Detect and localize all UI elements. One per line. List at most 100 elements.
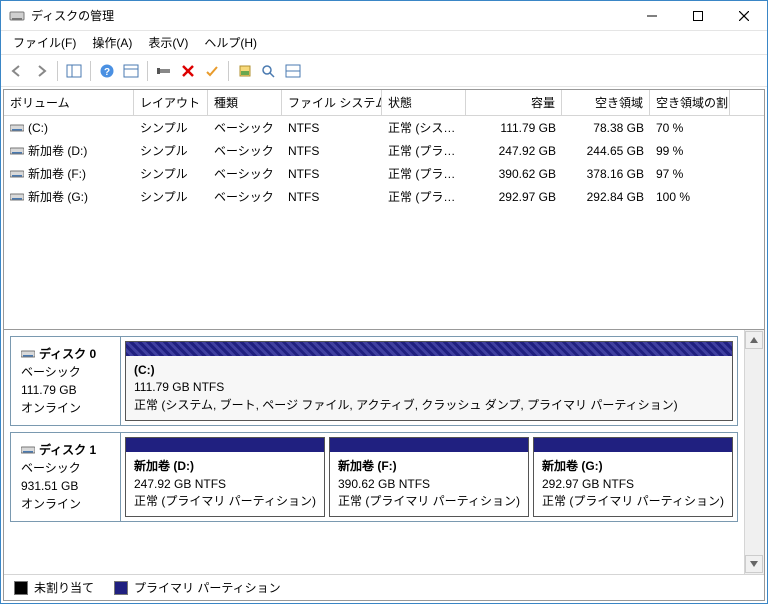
volume-layout-cell: シンプル <box>134 117 208 138</box>
separator <box>57 61 58 81</box>
disk-row: ディスク 0ベーシック111.79 GBオンライン(C:)111.79 GB N… <box>10 336 738 426</box>
menu-view[interactable]: 表示(V) <box>140 31 196 54</box>
layout-button[interactable] <box>281 59 305 83</box>
partition[interactable]: 新加卷 (F:)390.62 GB NTFS正常 (プライマリ パーティション) <box>329 437 529 517</box>
partition-name: 新加卷 (D:) <box>134 458 316 475</box>
disk-type: ベーシック <box>21 459 110 477</box>
partition-name: 新加卷 (F:) <box>338 458 520 475</box>
volume-status-cell: 正常 (プラ… <box>382 186 466 207</box>
back-button[interactable] <box>5 59 29 83</box>
settings-button[interactable] <box>152 59 176 83</box>
volume-name-cell: (C:) <box>4 117 134 138</box>
menu-action[interactable]: 操作(A) <box>84 31 140 54</box>
col-type[interactable]: 種類 <box>208 90 282 115</box>
volume-capacity-cell: 390.62 GB <box>466 163 562 184</box>
disk-management-window: ディスクの管理 ファイル(F) 操作(A) 表示(V) ヘルプ(H) ? <box>0 0 768 604</box>
svg-text:?: ? <box>104 67 110 78</box>
volume-freepct-cell: 100 % <box>650 186 730 207</box>
delete-button[interactable] <box>176 59 200 83</box>
volume-fs-cell: NTFS <box>282 117 382 138</box>
disk-info[interactable]: ディスク 1ベーシック931.51 GBオンライン <box>11 433 121 521</box>
volume-free-cell: 78.38 GB <box>562 117 650 138</box>
volume-row[interactable]: (C:)シンプルベーシックNTFS正常 (シス…111.79 GB78.38 G… <box>4 116 764 139</box>
partition[interactable]: 新加卷 (D:)247.92 GB NTFS正常 (プライマリ パーティション) <box>125 437 325 517</box>
legend-primary-label: プライマリ パーティション <box>134 579 281 596</box>
menu-file[interactable]: ファイル(F) <box>5 31 84 54</box>
volume-capacity-cell: 292.97 GB <box>466 186 562 207</box>
volume-free-cell: 244.65 GB <box>562 140 650 161</box>
partition-header <box>126 342 732 356</box>
legend-unallocated-label: 未割り当て <box>34 579 94 596</box>
close-button[interactable] <box>721 1 767 30</box>
volume-freepct-cell: 97 % <box>650 163 730 184</box>
volume-freepct-cell: 70 % <box>650 117 730 138</box>
scroll-down-button[interactable] <box>745 555 763 573</box>
volume-fs-cell: NTFS <box>282 140 382 161</box>
legend: 未割り当て プライマリ パーティション <box>4 574 764 600</box>
forward-button[interactable] <box>29 59 53 83</box>
disk-info[interactable]: ディスク 0ベーシック111.79 GBオンライン <box>11 337 121 425</box>
disk-partitions: 新加卷 (D:)247.92 GB NTFS正常 (プライマリ パーティション)… <box>121 433 737 521</box>
legend-primary-swatch <box>114 581 128 595</box>
partition-status: 正常 (システム, ブート, ページ ファイル, アクティブ, クラッシュ ダン… <box>134 397 724 414</box>
partition-header <box>330 438 528 452</box>
volume-row[interactable]: 新加卷 (G:)シンプルベーシックNTFS正常 (プラ…292.97 GB292… <box>4 185 764 208</box>
minimize-button[interactable] <box>629 1 675 30</box>
partition-status: 正常 (プライマリ パーティション) <box>338 493 520 510</box>
volume-type-cell: ベーシック <box>208 140 282 161</box>
volume-list-header: ボリューム レイアウト 種類 ファイル システム 状態 容量 空き領域 空き領域… <box>4 90 764 116</box>
app-icon <box>9 8 25 24</box>
volume-row[interactable]: 新加卷 (D:)シンプルベーシックNTFS正常 (プラ…247.92 GB244… <box>4 139 764 162</box>
disk-graphical-view: ディスク 0ベーシック111.79 GBオンライン(C:)111.79 GB N… <box>4 330 764 574</box>
separator <box>147 61 148 81</box>
partition-name: (C:) <box>134 362 724 379</box>
volume-free-cell: 292.84 GB <box>562 186 650 207</box>
col-capacity[interactable]: 容量 <box>466 90 562 115</box>
view-button[interactable] <box>119 59 143 83</box>
partition-body: 新加卷 (F:)390.62 GB NTFS正常 (プライマリ パーティション) <box>330 452 528 516</box>
content-area: ボリューム レイアウト 種類 ファイル システム 状態 容量 空き領域 空き領域… <box>3 89 765 601</box>
volume-type-cell: ベーシック <box>208 117 282 138</box>
volume-type-cell: ベーシック <box>208 186 282 207</box>
volume-layout-cell: シンプル <box>134 163 208 184</box>
volume-fs-cell: NTFS <box>282 163 382 184</box>
menubar: ファイル(F) 操作(A) 表示(V) ヘルプ(H) <box>1 31 767 55</box>
rescan-button[interactable] <box>257 59 281 83</box>
scroll-up-button[interactable] <box>745 331 763 349</box>
volume-row[interactable]: 新加卷 (F:)シンプルベーシックNTFS正常 (プラ…390.62 GB378… <box>4 162 764 185</box>
partition-status: 正常 (プライマリ パーティション) <box>542 493 724 510</box>
maximize-button[interactable] <box>675 1 721 30</box>
refresh-button[interactable] <box>233 59 257 83</box>
properties-button[interactable] <box>200 59 224 83</box>
titlebar[interactable]: ディスクの管理 <box>1 1 767 31</box>
partition-size: 247.92 GB NTFS <box>134 476 316 493</box>
col-status[interactable]: 状態 <box>382 90 466 115</box>
partition[interactable]: (C:)111.79 GB NTFS正常 (システム, ブート, ページ ファイ… <box>125 341 733 421</box>
legend-unallocated-swatch <box>14 581 28 595</box>
col-filesystem[interactable]: ファイル システム <box>282 90 382 115</box>
disk-size: 931.51 GB <box>21 477 110 495</box>
disk-name: ディスク 1 <box>21 441 110 459</box>
disk-type: ベーシック <box>21 363 110 381</box>
volume-fs-cell: NTFS <box>282 186 382 207</box>
partition[interactable]: 新加卷 (G:)292.97 GB NTFS正常 (プライマリ パーティション) <box>533 437 733 517</box>
help-button[interactable]: ? <box>95 59 119 83</box>
show-hide-tree-button[interactable] <box>62 59 86 83</box>
disk-rows-container[interactable]: ディスク 0ベーシック111.79 GBオンライン(C:)111.79 GB N… <box>4 330 744 574</box>
volume-name-cell: 新加卷 (D:) <box>4 140 134 161</box>
col-layout[interactable]: レイアウト <box>134 90 208 115</box>
partition-size: 111.79 GB NTFS <box>134 379 724 396</box>
volume-capacity-cell: 247.92 GB <box>466 140 562 161</box>
partition-size: 390.62 GB NTFS <box>338 476 520 493</box>
partition-body: (C:)111.79 GB NTFS正常 (システム, ブート, ページ ファイ… <box>126 356 732 420</box>
volume-freepct-cell: 99 % <box>650 140 730 161</box>
vertical-scrollbar[interactable] <box>744 330 764 574</box>
partition-body: 新加卷 (G:)292.97 GB NTFS正常 (プライマリ パーティション) <box>534 452 732 516</box>
col-freepct[interactable]: 空き領域の割… <box>650 90 730 115</box>
col-free[interactable]: 空き領域 <box>562 90 650 115</box>
disk-name: ディスク 0 <box>21 345 110 363</box>
menu-help[interactable]: ヘルプ(H) <box>196 31 265 54</box>
col-volume[interactable]: ボリューム <box>4 90 134 115</box>
separator <box>90 61 91 81</box>
volume-list[interactable]: ボリューム レイアウト 種類 ファイル システム 状態 容量 空き領域 空き領域… <box>4 90 764 330</box>
